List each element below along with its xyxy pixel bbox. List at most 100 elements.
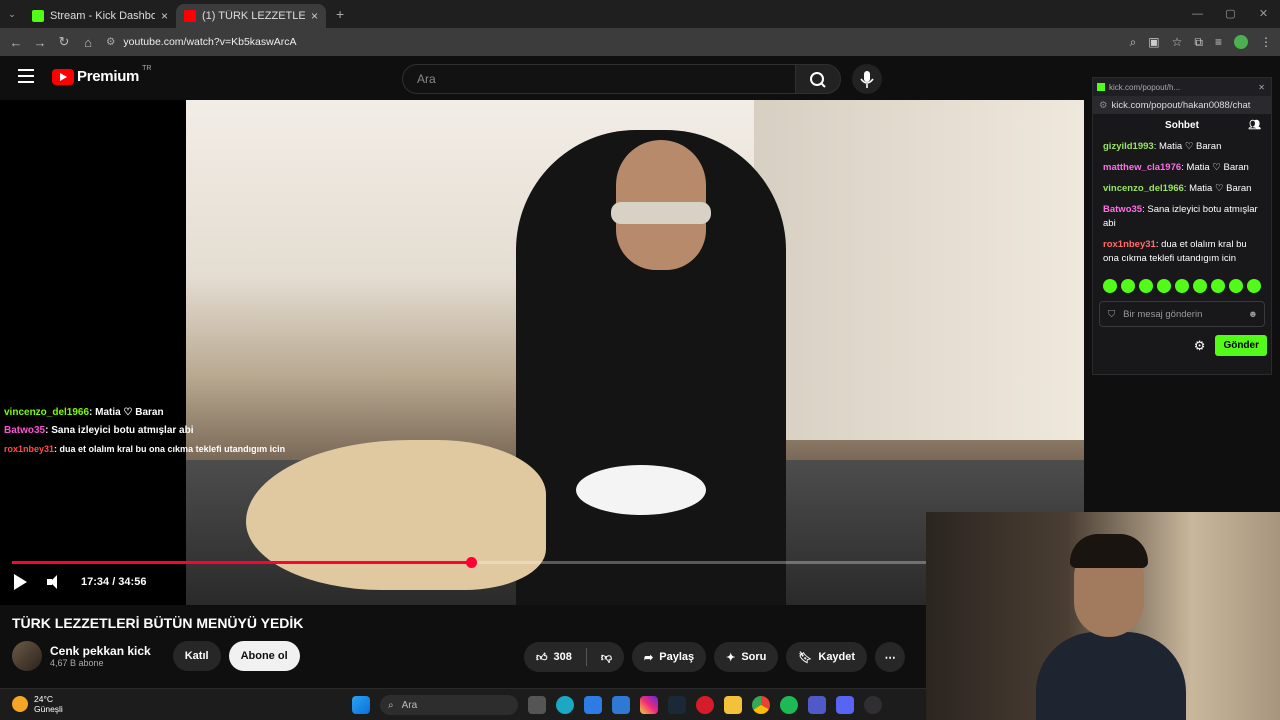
opera-icon[interactable]: [696, 696, 714, 714]
settings-gear-icon[interactable]: ⚙: [1194, 338, 1206, 354]
zoom-icon[interactable]: ⌕: [1130, 35, 1137, 50]
share-button[interactable]: ➦ Paylaş: [632, 642, 707, 672]
youtube-logo[interactable]: Premium TR: [52, 65, 151, 85]
popout-titlebar: kick.com/popout/h... ✕: [1093, 78, 1271, 96]
youtube-play-logo-icon: [52, 68, 74, 85]
emote-icon[interactable]: [1175, 279, 1189, 293]
chat-message-input[interactable]: ⛉ Bir mesaj gönderin ☻: [1099, 301, 1265, 327]
emote-icon[interactable]: [1121, 279, 1135, 293]
volume-icon[interactable]: [47, 575, 61, 589]
instagram-icon[interactable]: [640, 696, 658, 714]
forward-icon[interactable]: →: [28, 35, 52, 50]
channel-info: Cenk pekkan kick 4,67 B abone Katıl Abon…: [12, 641, 300, 671]
edge-icon[interactable]: [556, 696, 574, 714]
home-icon[interactable]: ⌂: [76, 35, 100, 50]
close-window-icon[interactable]: ✕: [1247, 0, 1280, 28]
back-icon[interactable]: ←: [4, 35, 28, 50]
chat-username: Batwo35: [4, 425, 46, 436]
chat-username[interactable]: Batwo35: [1103, 204, 1142, 215]
chat-username[interactable]: vincenzo_del1966: [1103, 183, 1184, 194]
emote-icon[interactable]: [1211, 279, 1225, 293]
chat-header-title: Sohbet: [1165, 119, 1199, 131]
overlay-chat-line: rox1nbey31: dua et olalım kral bu ona cı…: [4, 440, 285, 458]
extensions-icon[interactable]: ⧉: [1194, 35, 1203, 50]
video-actions: 👍︎ 308 👎︎ ➦ Paylaş ✦ Soru 🔖︎ Kaydet ⋯: [524, 642, 906, 672]
chat-username[interactable]: matthew_cla1976: [1103, 162, 1181, 173]
profile-avatar[interactable]: [1234, 35, 1248, 49]
shield-icon: ⛉: [1108, 308, 1116, 320]
emote-icon[interactable]: [1247, 279, 1261, 293]
webcam-overlay: [926, 512, 1280, 720]
like-button[interactable]: 👍︎ 308 👎︎: [524, 642, 625, 672]
chrome-icon[interactable]: [752, 696, 770, 714]
channel-text: Cenk pekkan kick 4,67 B abone: [50, 644, 151, 668]
mail-icon[interactable]: [612, 696, 630, 714]
taskbar-search[interactable]: ⌕ Ara: [380, 695, 518, 715]
chat-username: rox1nbey31: [4, 444, 55, 454]
channel-avatar[interactable]: [12, 641, 42, 671]
thumbs-up-icon: 👍︎: [536, 651, 548, 664]
weather-text: 24°C Güneşli: [34, 694, 63, 714]
emote-icon[interactable]: [1229, 279, 1243, 293]
chat-message: rox1nbey31: dua et olalım kral bu ona cı…: [1103, 238, 1261, 266]
subscribe-button[interactable]: Abone ol: [228, 641, 300, 671]
ask-button[interactable]: ✦ Soru: [714, 642, 779, 672]
file-explorer-icon[interactable]: [724, 696, 742, 714]
popout-url[interactable]: kick.com/popout/hakan0088/chat: [1112, 100, 1251, 111]
new-tab-icon[interactable]: +: [336, 6, 344, 22]
bookmark-star-icon[interactable]: ☆: [1172, 35, 1183, 49]
users-icon[interactable]: 👥︎: [1248, 120, 1261, 131]
channel-name[interactable]: Cenk pekkan kick: [50, 644, 151, 658]
emote-icon[interactable]: [1193, 279, 1207, 293]
site-info-icon[interactable]: ⚙: [106, 36, 115, 48]
discord-icon[interactable]: [836, 696, 854, 714]
url-field[interactable]: ⚙ youtube.com/watch?v=Kb5kaswArcA: [106, 36, 296, 48]
maximize-icon[interactable]: ▢: [1214, 0, 1247, 28]
thumbs-down-icon[interactable]: 👎︎: [601, 651, 612, 664]
spotify-icon[interactable]: [780, 696, 798, 714]
join-button[interactable]: Katıl: [172, 641, 221, 671]
reading-list-icon[interactable]: ≡: [1215, 35, 1222, 49]
search-button[interactable]: [795, 64, 841, 94]
send-button[interactable]: Gönder: [1215, 335, 1267, 356]
temperature: 24°C: [34, 694, 53, 704]
tab-youtube[interactable]: (1) TÜRK LEZZETLERİ BÜTÜN M ×: [176, 4, 326, 28]
window-controls: — ▢ ✕: [1181, 0, 1280, 28]
emoji-icon[interactable]: ☻: [1248, 309, 1258, 320]
voice-search-button[interactable]: [852, 64, 882, 94]
video-progress-bar[interactable]: [12, 557, 926, 568]
webcam-person-body: [1036, 632, 1186, 720]
emote-icon[interactable]: [1103, 279, 1117, 293]
steam-icon[interactable]: [668, 696, 686, 714]
menu-icon[interactable]: ⋮: [1260, 35, 1272, 49]
reload-icon[interactable]: ↻: [52, 34, 76, 50]
task-view-icon[interactable]: [528, 696, 546, 714]
play-icon[interactable]: [14, 574, 27, 590]
chat-username[interactable]: rox1nbey31: [1103, 239, 1156, 250]
more-actions-button[interactable]: ⋯: [875, 642, 906, 672]
cast-icon[interactable]: ▣: [1148, 35, 1159, 49]
divider: [585, 648, 587, 666]
tab-search-icon[interactable]: ⌄: [0, 9, 24, 20]
video-building: [754, 100, 1084, 440]
weather-widget[interactable]: 24°C Güneşli: [12, 694, 63, 714]
close-icon[interactable]: ×: [161, 9, 168, 23]
obs-icon[interactable]: [864, 696, 882, 714]
sparkle-icon: ✦: [726, 651, 736, 664]
chat-message: vincenzo_del1966: Matia ♡ Baran: [1103, 182, 1261, 196]
search-input[interactable]: Ara: [402, 64, 796, 94]
chat-username[interactable]: gizyild1993: [1103, 141, 1154, 152]
save-button[interactable]: 🔖︎ Kaydet: [786, 642, 868, 672]
popout-close-icon[interactable]: ✕: [1258, 83, 1265, 92]
minimize-icon[interactable]: —: [1181, 0, 1214, 28]
emote-icon[interactable]: [1157, 279, 1171, 293]
chat-text: : Matia ♡ Baran: [1181, 162, 1249, 173]
windows-start-icon[interactable]: [352, 696, 370, 714]
teams-icon[interactable]: [808, 696, 826, 714]
close-icon[interactable]: ×: [311, 9, 318, 23]
hamburger-menu-icon[interactable]: [18, 69, 34, 83]
store-icon[interactable]: [584, 696, 602, 714]
chat-text: : Sana izleyici botu atmışlar abi: [45, 425, 194, 436]
tab-kick-dashboard[interactable]: Stream - Kick Dashboard ×: [24, 4, 176, 28]
emote-icon[interactable]: [1139, 279, 1153, 293]
